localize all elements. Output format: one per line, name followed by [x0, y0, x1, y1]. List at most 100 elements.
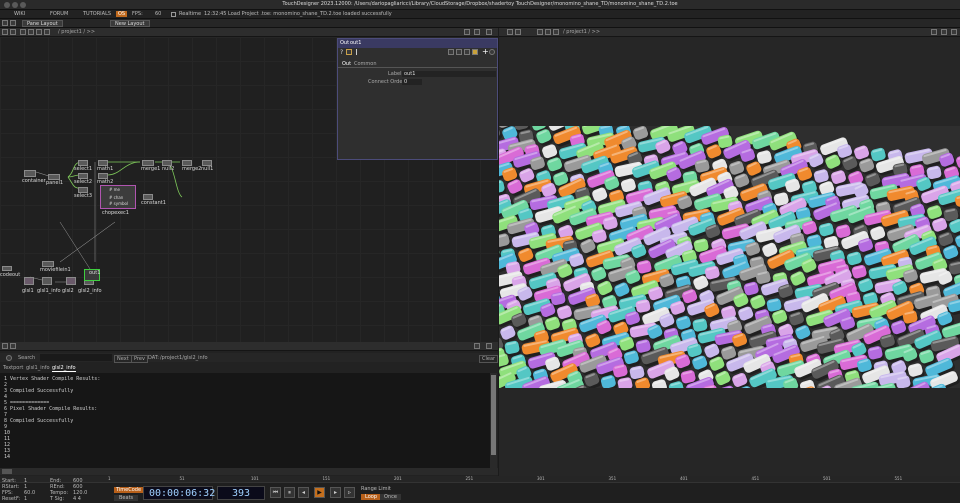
tsig-value[interactable]: 4 4 [73, 496, 81, 502]
timecode-toggle[interactable]: TimeCode [114, 487, 144, 493]
back-icon[interactable] [537, 29, 543, 35]
os-badge: OS [116, 11, 128, 17]
search-input[interactable] [40, 354, 112, 361]
layout-icon[interactable] [10, 20, 16, 26]
pane-max-icon[interactable] [931, 29, 937, 35]
node-label-glsl2-info: glsl2_info [78, 288, 102, 294]
once-button[interactable]: Once [380, 494, 401, 500]
op-name-label[interactable]: out1 [350, 40, 361, 46]
split-pane-icon[interactable] [10, 29, 16, 35]
node-label-glsl1-info: glsl1_info [37, 288, 61, 294]
frame-display[interactable]: 393 [217, 486, 265, 500]
pane-restore-icon[interactable] [474, 343, 480, 349]
text-content[interactable]: 1 Vertex Shader Compile Results: 2 3 Com… [0, 373, 490, 468]
settings-icon[interactable] [472, 49, 478, 55]
search-icon[interactable] [6, 355, 12, 361]
viewer-path[interactable]: / project1 / >> [563, 29, 600, 35]
text-line: 6 Pixel Shader Compile Results: [4, 406, 98, 412]
pane-menu-icon[interactable] [507, 29, 513, 35]
tab-glsl1-info[interactable]: glsl1_info [26, 365, 50, 371]
up-icon[interactable] [36, 29, 42, 35]
status-message: 12:32:45 Load Project .toe: monomino_sha… [204, 11, 392, 17]
help-icon[interactable]: ? [340, 49, 344, 56]
prev-button[interactable]: Prev [131, 355, 148, 363]
node-codeout[interactable] [2, 266, 12, 271]
node-label-constant1: constant1 [141, 200, 166, 206]
chopexec-code-line-3: # symbol [109, 201, 129, 206]
info-icon[interactable] [346, 49, 352, 55]
pane-restore-icon[interactable] [474, 29, 480, 35]
split-pane-icon[interactable] [10, 343, 16, 349]
play-icon[interactable]: ▶ [314, 487, 325, 498]
pane-close-icon[interactable] [951, 29, 957, 35]
loop-button[interactable]: Loop [361, 494, 381, 500]
connect-order-field[interactable]: 0 [402, 79, 422, 85]
pane-max-icon[interactable] [464, 29, 470, 35]
new-layout-button[interactable]: New Layout [110, 20, 150, 27]
node-label-out1: out1 [89, 270, 101, 276]
realtime-checkbox[interactable] [171, 12, 176, 17]
parameter-header: Out out1 [338, 39, 497, 48]
forward-icon[interactable] [28, 29, 34, 35]
ruler-tick-label: 151 [322, 476, 331, 481]
home-icon[interactable] [44, 29, 50, 35]
rewind-icon[interactable]: ⏮ [270, 487, 281, 498]
vertical-scrollbar[interactable] [490, 373, 497, 468]
next-button[interactable]: Next [114, 355, 132, 363]
horizontal-scrollbar[interactable] [0, 468, 498, 475]
label-param-field[interactable]: out1 [402, 71, 496, 77]
tab-glsl2-info[interactable]: glsl2_info [52, 365, 76, 372]
pane-close-icon[interactable] [486, 343, 492, 349]
step-forward-icon[interactable]: ▸ [330, 487, 341, 498]
ruler-tick-label: 501 [823, 476, 831, 481]
split-pane-icon[interactable] [515, 29, 521, 35]
pane-restore-icon[interactable] [941, 29, 947, 35]
resetf-value[interactable]: 1 [24, 496, 27, 502]
node-glsl1[interactable] [24, 277, 34, 285]
end-icon[interactable]: ▹ [344, 487, 355, 498]
timecode-display[interactable]: 00:00:06:32 [143, 486, 215, 500]
scrollbar-thumb[interactable] [491, 375, 496, 455]
node-glsl2[interactable] [66, 277, 76, 285]
ruler-tick-label: 451 [751, 476, 760, 481]
back-icon[interactable] [20, 29, 26, 35]
render-preview[interactable] [499, 126, 960, 388]
search-bar: Search Next Prev DAT: /project1/glsl2_in… [0, 353, 499, 363]
tab-divider [338, 67, 497, 68]
pane-layout-button[interactable]: Pane Layout [22, 20, 63, 27]
window-title: TouchDesigner 2023.12000: /Users/dariopa… [282, 1, 678, 7]
dat-path[interactable]: /project1/glsl2_info [160, 355, 208, 361]
forward-icon[interactable] [545, 29, 551, 35]
up-icon[interactable] [553, 29, 559, 35]
dat-label: DAT: [148, 355, 159, 361]
pencil-icon[interactable] [448, 49, 454, 55]
menu-forum[interactable]: FORUM [50, 11, 68, 17]
link-icon[interactable] [456, 49, 462, 55]
scroll-left-icon[interactable] [2, 469, 12, 474]
python-icon[interactable] [464, 49, 470, 55]
ruler-tick-label: 1 [108, 476, 111, 481]
menu-icon[interactable] [2, 20, 8, 26]
tab-textport[interactable]: Textport [3, 365, 23, 371]
beats-toggle[interactable]: Beats [114, 495, 139, 501]
menu-tutorials[interactable]: TUTORIALS [83, 11, 111, 17]
pane-close-icon[interactable] [486, 29, 492, 35]
add-icon[interactable]: + [482, 47, 489, 56]
network-path-bar: / project1 / >> [0, 28, 498, 37]
step-back-icon[interactable]: ◂ [298, 487, 309, 498]
node-label-select2: select2 [74, 179, 93, 185]
menu-wiki[interactable]: WIKI [14, 11, 25, 17]
node-chopexec1[interactable]: # me # chan # symbol [100, 185, 136, 209]
pane-menu-icon[interactable] [2, 29, 8, 35]
pane-menu-icon[interactable] [2, 343, 8, 349]
node-glsl1-info[interactable] [42, 277, 52, 285]
pause-icon[interactable]: ⏸ [284, 487, 295, 498]
network-path[interactable]: / project1 / >> [58, 29, 95, 35]
node-label-null1: null1 [201, 166, 214, 172]
fps-label: FPS: [132, 11, 143, 17]
clear-button[interactable]: Clear [479, 355, 499, 363]
node-label-chopexec1: chopexec1 [102, 210, 129, 216]
node-container[interactable] [24, 170, 36, 177]
globe-icon[interactable] [489, 49, 495, 55]
node-label-panel1: panel1 [46, 180, 64, 186]
